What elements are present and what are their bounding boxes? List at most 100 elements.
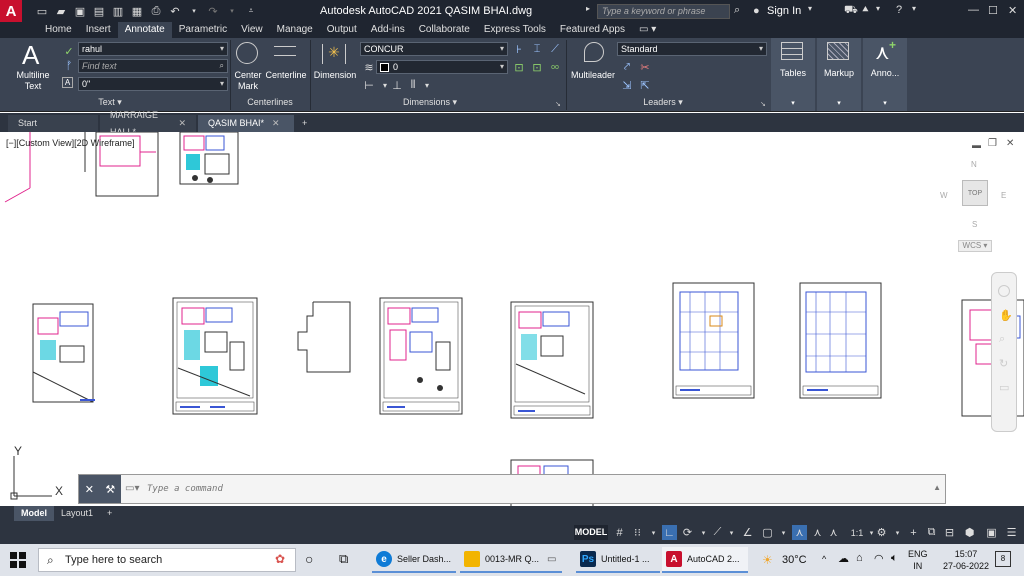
add-layout-icon[interactable]: + (100, 506, 119, 521)
reassociate-icon[interactable]: oo (548, 60, 562, 74)
maximize-icon[interactable]: ☐ (988, 4, 998, 17)
search-icon[interactable]: ⌕ (734, 4, 740, 17)
tab-express-tools[interactable]: Express Tools (477, 22, 553, 38)
center-mark-icon[interactable] (236, 42, 258, 64)
annotation-visibility-icon[interactable]: ⋏ (792, 525, 807, 540)
ribbon-display-toggle-icon[interactable]: ▭ ▾ (632, 22, 663, 38)
centerline-icon[interactable] (274, 46, 296, 56)
spell-check-icon[interactable]: ✓ (62, 44, 76, 58)
wifi-icon[interactable]: ◠ (874, 552, 884, 565)
file-tab-start[interactable]: Start (8, 115, 98, 132)
close-tab-icon[interactable]: ✕ (178, 115, 186, 132)
notification-center-icon[interactable]: 8 (995, 551, 1011, 567)
annotation-scale-icon[interactable]: ⋏ (826, 525, 841, 540)
center-mark-button[interactable]: Center Mark (232, 70, 264, 92)
wcs-menu[interactable]: WCS ▾ (958, 240, 992, 252)
text-height-dropdown[interactable]: 0" ▾ (78, 77, 228, 91)
find-text-input[interactable]: Find text ⌕ (78, 59, 228, 73)
inspect-icon[interactable]: ⊡ (512, 60, 526, 74)
file-tab-marraige-hall[interactable]: MARRAIGE HALL*✕ (100, 110, 196, 137)
close-icon[interactable]: ✕ (1008, 4, 1017, 17)
update-dim-icon[interactable]: ⊡ (530, 60, 544, 74)
navigation-bar[interactable]: ✋ ⌕ ↻ ▭ (991, 272, 1017, 432)
workspace-gear-icon[interactable]: ⚙ (874, 525, 889, 540)
compass-west[interactable]: W (940, 191, 948, 200)
file-tab-qasim-bhai[interactable]: QASIM BHAI* ✕ (198, 115, 294, 132)
viewport-minimize-icon[interactable]: ▬ (972, 140, 981, 150)
command-input[interactable]: Type a command (147, 484, 223, 494)
tab-view[interactable]: View (234, 22, 270, 38)
windows-start-icon[interactable] (10, 552, 26, 568)
ortho-icon[interactable]: ∟ (662, 525, 677, 540)
tables-panel[interactable]: Tables ▾ (771, 38, 815, 111)
search-expand-icon[interactable]: ▸ (586, 4, 590, 13)
customization-icon[interactable]: ☰ (1004, 525, 1019, 540)
tab-featured-apps[interactable]: Featured Apps (553, 22, 632, 38)
compass-east[interactable]: E (1001, 191, 1006, 200)
command-line[interactable]: ✕ ⚒ ▭▾ Type a command ▲ (78, 474, 946, 504)
snap-icon[interactable]: ⁝⁝ (630, 525, 645, 540)
redo-icon[interactable]: ↷ (206, 4, 220, 18)
onedrive-icon[interactable]: ☁ (838, 552, 849, 565)
weather-icon[interactable]: ☀ (762, 553, 773, 567)
dimension-icon[interactable]: ✳ (322, 44, 346, 64)
osnap-dropdown-icon[interactable]: ▾ (776, 525, 791, 540)
orbit-icon[interactable]: ↻ (999, 357, 1008, 370)
undo-icon[interactable]: ↶ (168, 4, 182, 18)
model-space-button[interactable]: MODEL (574, 525, 608, 540)
polar-icon[interactable]: ⟳ (680, 525, 695, 540)
tab-addins[interactable]: Add-ins (364, 22, 412, 38)
align-leader-icon[interactable]: ⇲ (620, 78, 634, 92)
workspace-dropdown-icon[interactable]: ▾ (890, 525, 905, 540)
taskbar-search-box[interactable]: ⌕ Type here to search ✿ (38, 548, 296, 572)
leader-style-dropdown[interactable]: Standard ▾ (617, 42, 767, 56)
steering-wheel-icon[interactable] (998, 285, 1010, 297)
open-web-icon[interactable]: ▥ (111, 4, 125, 18)
viewcube-top-face[interactable]: TOP (962, 180, 988, 206)
dim-jog-icon[interactable]: ⟋ (548, 42, 562, 56)
recent-commands-icon[interactable]: ▭▾ (125, 483, 139, 494)
drawing-canvas[interactable]: [−][Custom View][2D Wireframe] Y X ▬ ❐ ✕… (0, 132, 1024, 506)
volume-icon[interactable]: 🔈︎ (891, 552, 898, 565)
save-as-icon[interactable]: ▤ (92, 4, 106, 18)
object-snap-icon[interactable]: ▢ (760, 525, 775, 540)
snap-dropdown-icon[interactable]: ▾ (646, 525, 661, 540)
units-icon[interactable]: ⧉ (924, 525, 939, 540)
collect-leader-icon[interactable]: ⇱ (638, 78, 652, 92)
adjust-space-icon[interactable]: ⫴ (406, 78, 420, 92)
tab-output[interactable]: Output (320, 22, 364, 38)
tab-annotate[interactable]: Annotate (117, 22, 172, 38)
close-command-line-icon[interactable]: ✕ (85, 483, 94, 496)
app-dropdown-icon[interactable]: ▾ (876, 4, 880, 13)
leader-settings-icon[interactable]: ↘ (760, 100, 766, 108)
undo-dropdown-icon[interactable]: ▾ (187, 4, 201, 18)
tab-manage[interactable]: Manage (270, 22, 320, 38)
quick-properties-icon[interactable]: ⊟ (942, 525, 957, 540)
help-dropdown-icon[interactable]: ▾ (912, 4, 916, 13)
autodesk-app-icon[interactable]: ⯅ (861, 4, 870, 17)
compass-north[interactable]: N (971, 160, 977, 169)
tab-insert[interactable]: Insert (79, 22, 118, 38)
save-web-icon[interactable]: ▦ (130, 4, 144, 18)
help-icon[interactable]: ? (896, 4, 902, 16)
dimension-settings-icon[interactable]: ↘ (555, 100, 561, 108)
tray-overflow-icon[interactable]: ^ (822, 554, 826, 564)
multiline-text-button[interactable]: Multiline Text (10, 70, 56, 92)
pan-icon[interactable]: ✋ (999, 309, 1013, 322)
network-icon[interactable]: ⌂ (856, 552, 863, 564)
tab-parametric[interactable]: Parametric (172, 22, 234, 38)
customize-command-icon[interactable]: ⚒ (105, 483, 115, 496)
annotation-monitor-icon[interactable]: + (906, 525, 921, 540)
autocad-logo[interactable]: A (0, 0, 22, 22)
dim-text-icon[interactable]: ⌶ (530, 42, 544, 56)
clean-screen-icon[interactable]: ▣ (984, 525, 999, 540)
continue-dim-icon[interactable]: ⊢ (362, 78, 376, 92)
dimension-layer-dropdown[interactable]: 0 ▾ (376, 60, 508, 74)
save-icon[interactable]: ▣ (73, 4, 87, 18)
new-tab-button[interactable]: + (296, 115, 313, 132)
object-snap-tracking-icon[interactable]: ∠ (740, 525, 755, 540)
tab-collaborate[interactable]: Collaborate (412, 22, 477, 38)
sign-in-link[interactable]: Sign In (767, 5, 801, 17)
isolate-objects-icon[interactable]: ⬢ (962, 525, 977, 540)
signin-dropdown-icon[interactable]: ▾ (808, 4, 812, 13)
